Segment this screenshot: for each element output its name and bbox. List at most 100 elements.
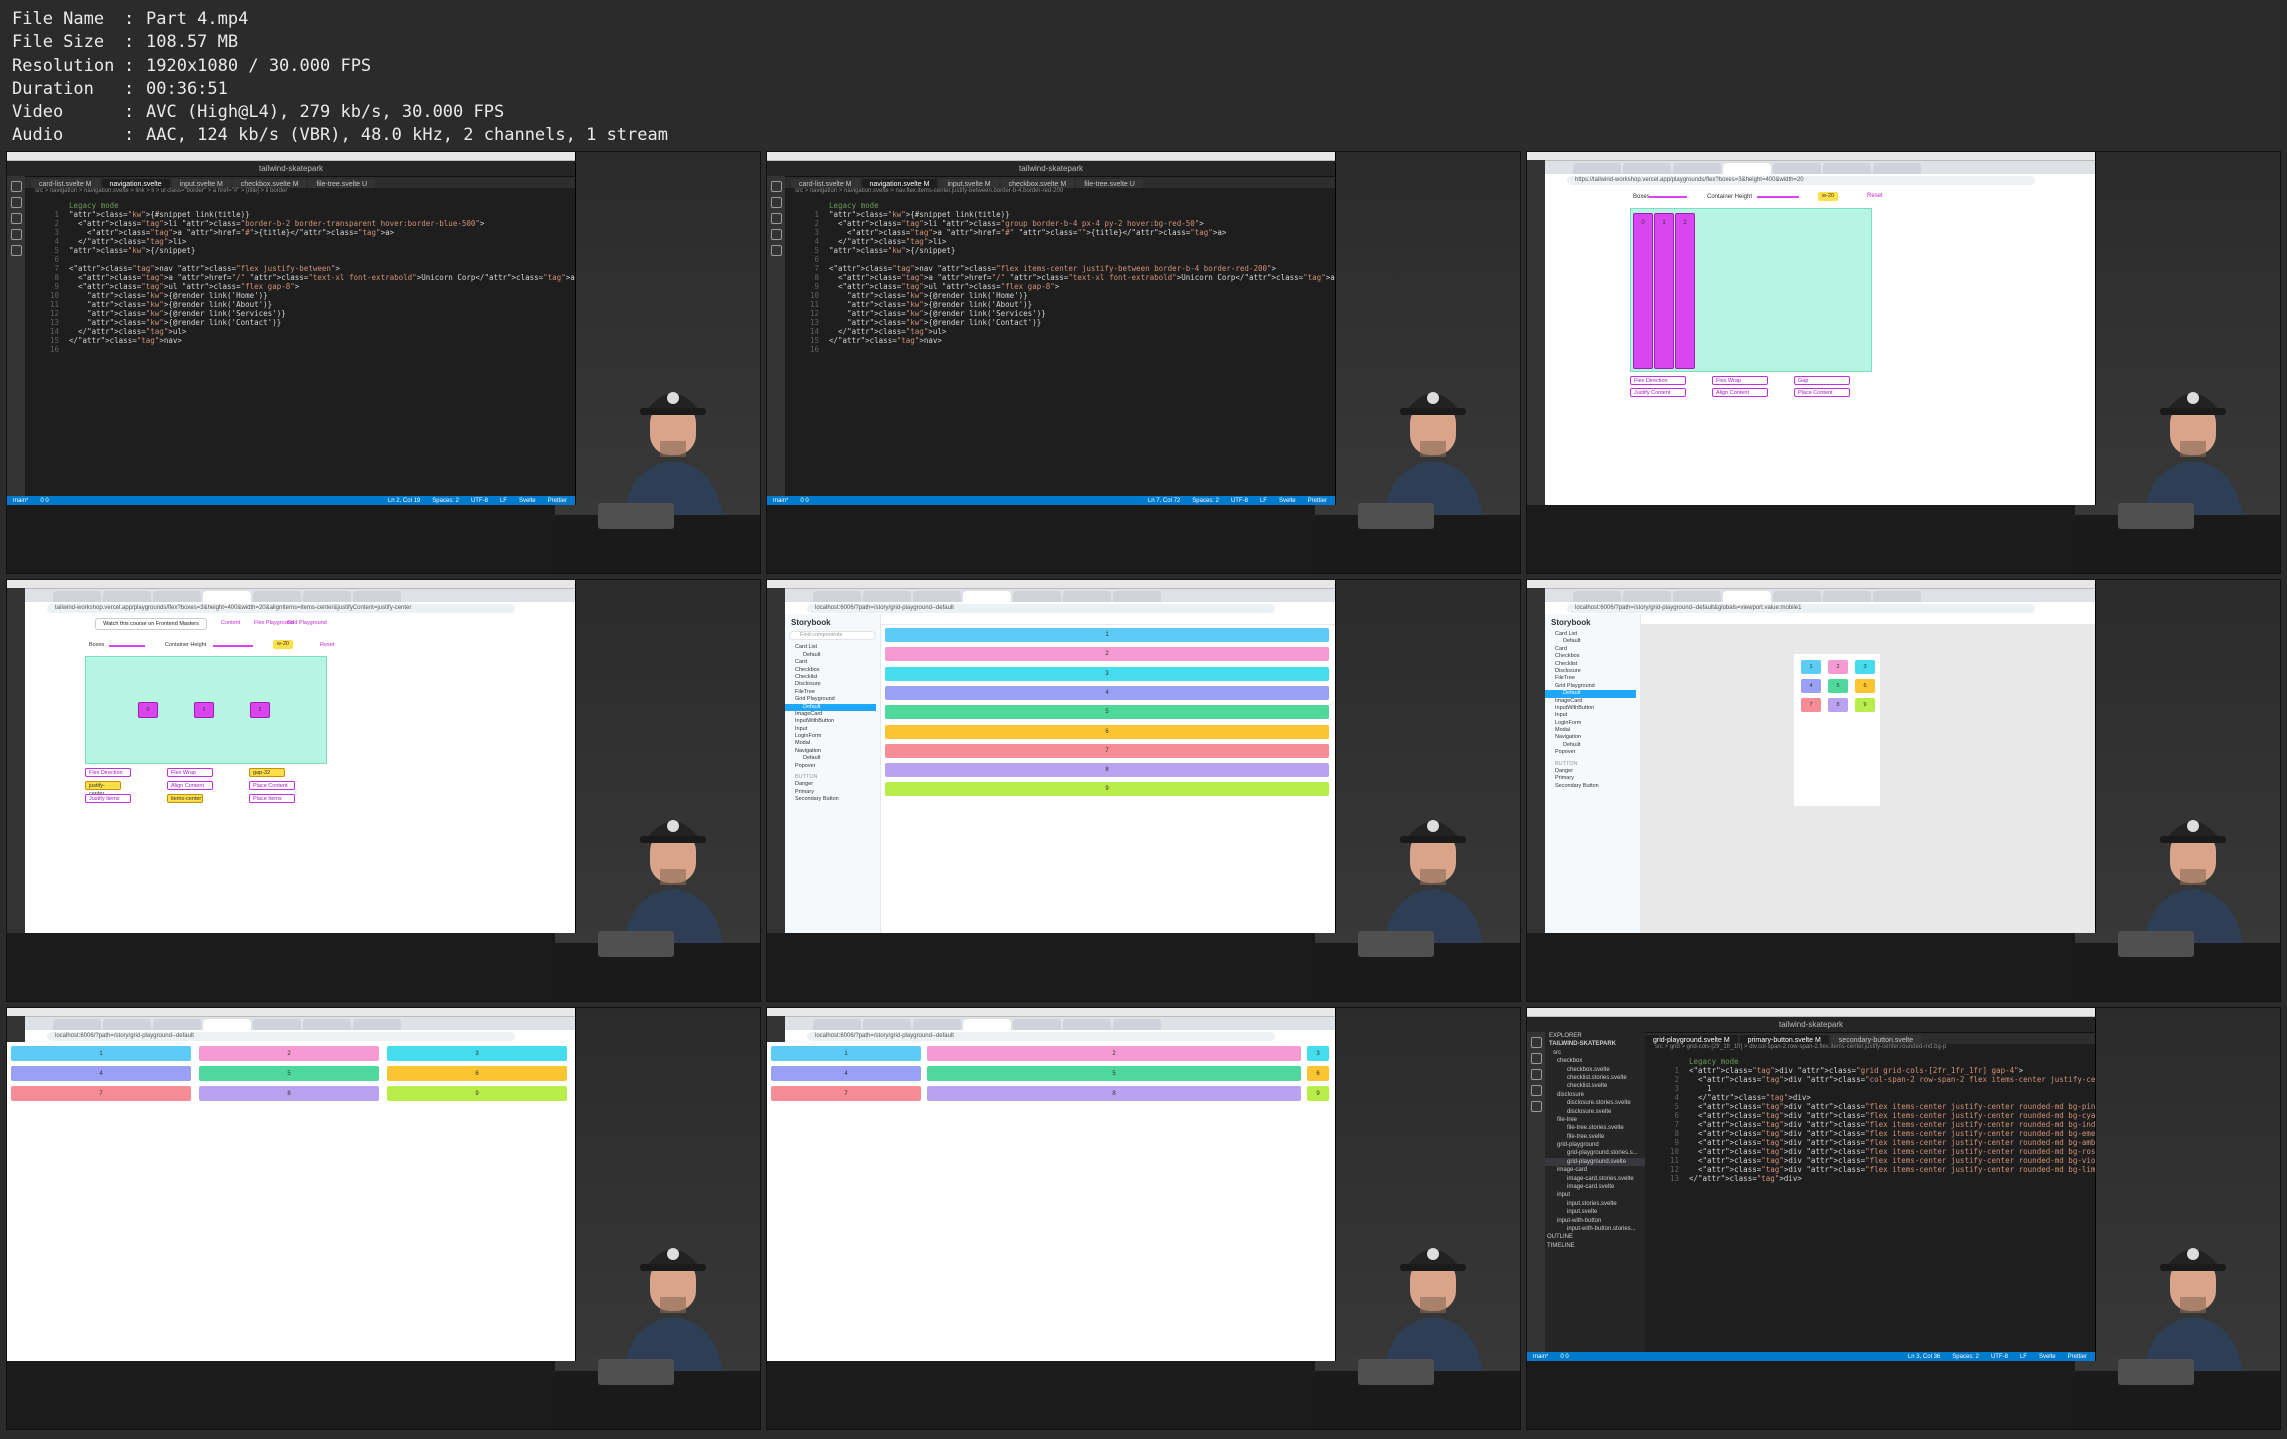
debug-icon[interactable]	[10, 229, 22, 240]
code-line[interactable]: 5 "attr">class="kw">{/snippet}	[799, 246, 1335, 255]
nav-link[interactable]: Content	[221, 620, 240, 626]
browser-tab[interactable]	[863, 591, 911, 602]
code-line[interactable]: 8 <"attr">class="tag">a "attr">href="/" …	[799, 273, 1335, 282]
browser-tab[interactable]	[1823, 163, 1871, 174]
browser-tab[interactable]	[203, 591, 251, 602]
sidebar-story[interactable]: Default	[785, 703, 876, 711]
code-line[interactable]: 11 <"attr">class="tag">div "attr">class=…	[1659, 1156, 2095, 1165]
thumbnail-flex-playground-2[interactable]: tailwind-workshop.vercel.app/playgrounds…	[6, 579, 761, 1002]
explorer-item[interactable]: grid-playground.svelte	[1545, 1157, 1645, 1167]
sidebar-story[interactable]: Input	[785, 726, 880, 733]
code-line[interactable]: 4 </"attr">class="tag">li>	[39, 237, 575, 246]
browser-tab[interactable]	[1013, 1019, 1061, 1030]
browser-tab[interactable]	[1113, 591, 1161, 602]
sidebar-story[interactable]: Primary	[785, 789, 880, 796]
code-line[interactable]: 9 <"attr">class="tag">ul "attr">class="f…	[39, 282, 575, 291]
option-pill[interactable]: Place Content	[249, 781, 295, 790]
browser-tab[interactable]	[1573, 163, 1621, 174]
code-line[interactable]: 13 "attr">class="kw">{@render link('Cont…	[799, 318, 1335, 327]
code-line[interactable]: 1 "attr">class="kw">{#snippet link(title)…	[799, 210, 1335, 219]
status-item[interactable]: Svelte	[519, 498, 536, 504]
thumbnail-grid-playground-2[interactable]: localhost:6006/?path=/story/grid-playgro…	[766, 1007, 1521, 1430]
option-pill[interactable]: Flex Direction	[1630, 376, 1686, 385]
option-pill[interactable]: Align Content	[1712, 388, 1768, 397]
sidebar-story[interactable]: Default	[1545, 742, 1640, 749]
sidebar-story[interactable]: Checklist	[1545, 661, 1640, 668]
sidebar-story[interactable]: Disclosure	[1545, 668, 1640, 675]
gap-select[interactable]: w-20	[273, 640, 293, 649]
browser-tab[interactable]	[913, 591, 961, 602]
browser-tab[interactable]	[1063, 1019, 1111, 1030]
code-line[interactable]: 13 "attr">class="kw">{@render link('Cont…	[39, 318, 575, 327]
status-item[interactable]: LF	[500, 498, 507, 504]
explorer-item[interactable]: checklist.svelte	[1545, 1082, 1645, 1090]
code-line[interactable]: 16	[39, 345, 575, 354]
code-line[interactable]: 3 <"attr">class="tag">a "attr">href="#" …	[799, 228, 1335, 237]
browser-tab[interactable]	[1063, 591, 1111, 602]
browser-tab[interactable]	[53, 1019, 101, 1030]
course-banner[interactable]: Watch this course on Frontend Masters	[95, 618, 207, 630]
browser-tab[interactable]	[253, 591, 301, 602]
sidebar-story[interactable]: Checkbox	[785, 667, 880, 674]
code-line[interactable]: 4 </"attr">class="tag">li>	[799, 237, 1335, 246]
explorer-item[interactable]: TIMELINE	[1545, 1242, 1645, 1250]
option-pill[interactable]: Place Content	[1794, 388, 1850, 397]
status-item[interactable]: 0 0	[1560, 1354, 1568, 1360]
code-line[interactable]: 6	[799, 255, 1335, 264]
code-line[interactable]: 12 "attr">class="kw">{@render link('Serv…	[799, 309, 1335, 318]
files-icon[interactable]	[1530, 1037, 1542, 1048]
browser-tab[interactable]	[1623, 163, 1671, 174]
extensions-icon[interactable]	[10, 245, 22, 256]
search-icon[interactable]	[1530, 1053, 1542, 1064]
sidebar-story[interactable]: Default	[785, 755, 880, 762]
code-line[interactable]: 6	[39, 255, 575, 264]
code-line[interactable]: 10 "attr">class="kw">{@render link('Home…	[799, 291, 1335, 300]
files-icon[interactable]	[10, 181, 22, 192]
code-line[interactable]: 2 <"attr">class="tag">li "attr">class="b…	[39, 219, 575, 228]
code-line[interactable]: 7 <"attr">class="tag">div "attr">class="…	[1659, 1120, 2095, 1129]
status-item[interactable]: Spaces: 2	[432, 498, 459, 504]
explorer-item[interactable]: image-card.stories.svelte	[1545, 1175, 1645, 1183]
browser-tab[interactable]	[1573, 591, 1621, 602]
reset-link[interactable]: Reset	[1867, 193, 1883, 199]
sidebar-story[interactable]: Secondary Button	[1545, 783, 1640, 790]
status-item[interactable]: Prettier	[2068, 1354, 2087, 1360]
browser-tab[interactable]	[863, 1019, 911, 1030]
browser-tab[interactable]	[1673, 163, 1721, 174]
sidebar-story[interactable]: Navigation	[785, 748, 880, 755]
code-line[interactable]: 14 </"attr">class="tag">ul>	[799, 327, 1335, 336]
status-item[interactable]: LF	[1260, 498, 1267, 504]
option-pill[interactable]: Gap	[1794, 376, 1850, 385]
status-item[interactable]: Svelte	[1279, 498, 1296, 504]
url-field[interactable]: localhost:6006/?path=/story/grid-playgro…	[47, 1032, 515, 1041]
height-slider[interactable]	[1757, 196, 1799, 198]
code-line[interactable]: 3 <"attr">class="tag">a "attr">href="#">…	[39, 228, 575, 237]
option-pill[interactable]: Place Items	[249, 794, 295, 803]
explorer-item[interactable]: disclosure.stories.svelte	[1545, 1099, 1645, 1107]
sidebar-story[interactable]: Secondary Button	[785, 796, 880, 803]
debug-icon[interactable]	[770, 229, 782, 240]
explorer-item[interactable]: file-tree.svelte	[1545, 1133, 1645, 1141]
browser-tab[interactable]	[963, 591, 1011, 602]
code-line[interactable]: 7 <"attr">class="tag">nav "attr">class="f…	[39, 264, 575, 273]
browser-tab[interactable]	[353, 591, 401, 602]
gap-select[interactable]: w-20	[1818, 192, 1838, 201]
sidebar-story[interactable]: FileTree	[1545, 675, 1640, 682]
url-field[interactable]: localhost:6006/?path=/story/grid-playgro…	[1567, 604, 2035, 613]
thumbnail-grid-playground[interactable]: localhost:6006/?path=/story/grid-playgro…	[6, 1007, 761, 1430]
browser-tab[interactable]	[1773, 591, 1821, 602]
sidebar-story[interactable]: Popover	[785, 763, 880, 770]
status-item[interactable]: Spaces: 2	[1192, 498, 1219, 504]
option-pill[interactable]: justify-center	[85, 781, 121, 797]
status-item[interactable]: UTF-8	[1991, 1354, 2008, 1360]
browser-tab[interactable]	[813, 1019, 861, 1030]
code-line[interactable]: 5 "attr">class="kw">{/snippet}	[39, 246, 575, 255]
browser-tab[interactable]	[53, 591, 101, 602]
git-icon[interactable]	[770, 213, 782, 224]
sidebar-story[interactable]: BUTTON	[785, 774, 880, 781]
sidebar-story[interactable]: Disclosure	[785, 681, 880, 688]
sidebar-story[interactable]: FileTree	[785, 689, 880, 696]
thumbnail-storybook-mobile[interactable]: localhost:6006/?path=/story/grid-playgro…	[1526, 579, 2281, 1002]
explorer-item[interactable]: input-with-button.stories...	[1545, 1225, 1645, 1233]
browser-tab[interactable]	[1823, 591, 1871, 602]
